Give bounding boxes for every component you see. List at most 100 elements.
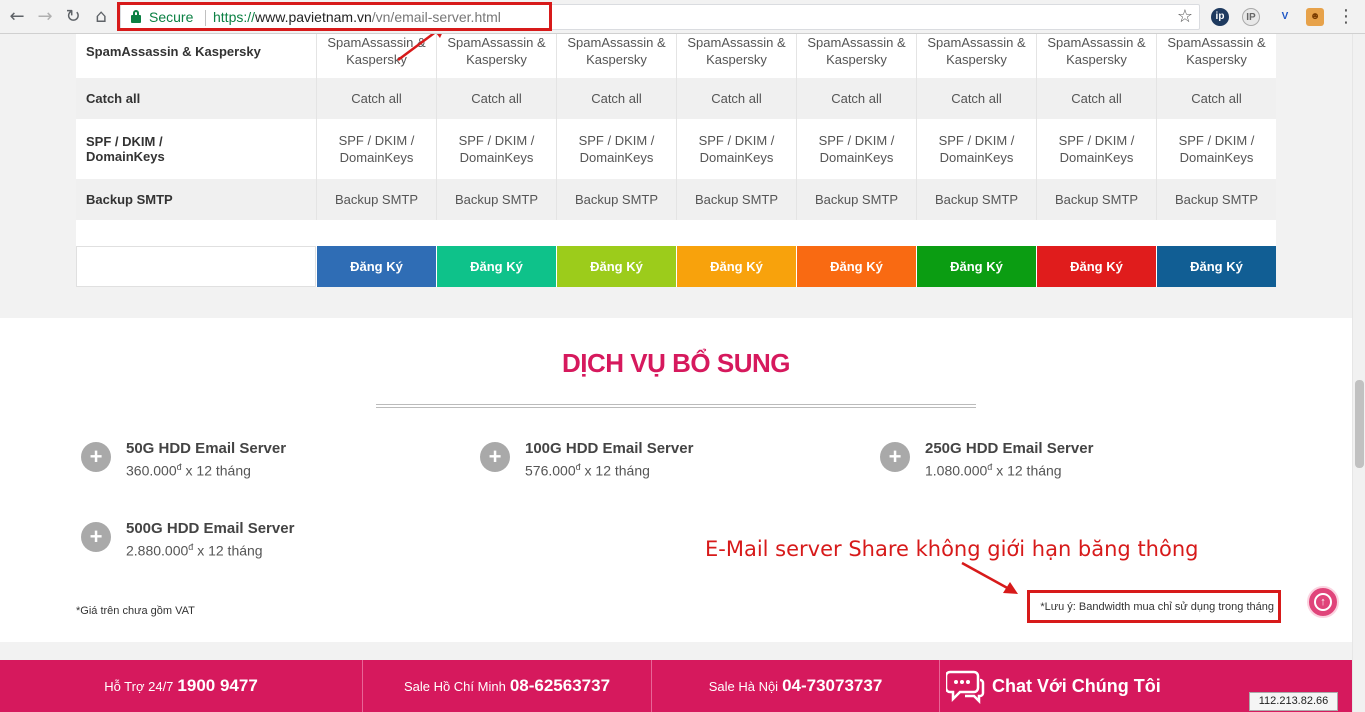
- table-cell: SpamAssassin & Kaspersky: [556, 34, 676, 78]
- signup-button[interactable]: Đăng Ký: [1036, 246, 1156, 287]
- signup-row-spacer: [76, 246, 316, 287]
- table-cell: Catch all: [1036, 78, 1156, 119]
- table-cell: SPF / DKIM / DomainKeys: [916, 119, 1036, 179]
- table-cell: SpamAssassin & Kaspersky: [916, 34, 1036, 78]
- table-cell: SPF / DKIM / DomainKeys: [316, 119, 436, 179]
- table-row: SPF / DKIM / DomainKeys SPF / DKIM / Dom…: [76, 119, 1276, 179]
- table-cell: SpamAssassin & Kaspersky: [316, 34, 436, 78]
- table-row: SpamAssassin & Kaspersky SpamAssassin & …: [76, 34, 1276, 78]
- signup-button[interactable]: Đăng Ký: [676, 246, 796, 287]
- vat-note: *Giá trên chưa gồm VAT: [76, 605, 195, 617]
- chat-label: Chat Với Chúng Tôi: [992, 675, 1161, 696]
- signup-button[interactable]: Đăng Ký: [1156, 246, 1276, 287]
- table-row: Backup SMTP Backup SMTP Backup SMTP Back…: [76, 179, 1276, 220]
- table-cell: SPF / DKIM / DomainKeys: [796, 119, 916, 179]
- signup-button[interactable]: Đăng Ký: [796, 246, 916, 287]
- service-price: 1.080.000đ x 12 tháng: [925, 462, 1062, 479]
- footer-divider: [939, 660, 940, 712]
- sale-hcm[interactable]: Sale Hồ Chí Minh 08-62563737: [363, 660, 651, 712]
- signup-row: Đăng Ký Đăng Ký Đăng Ký Đăng Ký Đăng Ký …: [76, 246, 1276, 287]
- row-label: SpamAssassin & Kaspersky: [86, 43, 261, 59]
- reload-icon[interactable]: ↻: [62, 6, 84, 28]
- service-item[interactable]: + 500G HDD Email Server 2.880.000đ x 12 …: [81, 520, 381, 564]
- hcm-label: Sale Hồ Chí Minh: [403, 678, 506, 694]
- plus-icon[interactable]: +: [81, 442, 111, 472]
- table-cell: Backup SMTP: [796, 179, 916, 220]
- table-cell: Catch all: [676, 78, 796, 119]
- table-cell: Backup SMTP: [1036, 179, 1156, 220]
- signup-button[interactable]: Đăng Ký: [916, 246, 1036, 287]
- signup-button[interactable]: Đăng Ký: [556, 246, 676, 287]
- table-cell: SpamAssassin & Kaspersky: [1036, 34, 1156, 78]
- browser-menu-icon[interactable]: ⋮: [1337, 6, 1355, 27]
- extension-face-icon[interactable]: ☻: [1306, 8, 1324, 26]
- additional-services-section: DỊCH VỤ BỔ SUNG + 50G HDD Email Server 3…: [0, 318, 1352, 642]
- table-cell: SpamAssassin & Kaspersky: [796, 34, 916, 78]
- url-annotation-box: [117, 2, 552, 31]
- forward-icon[interactable]: →: [34, 6, 56, 28]
- extension-v-icon[interactable]: V: [1276, 8, 1294, 26]
- ip-address-badge: 112.213.82.66: [1249, 692, 1338, 711]
- table-cell: Backup SMTP: [556, 179, 676, 220]
- arrow-up-icon: ↑: [1314, 593, 1332, 611]
- scrollbar-thumb[interactable]: [1355, 380, 1364, 468]
- bandwidth-note-box: *Lưu ý: Bandwidth mua chỉ sử dụng trong …: [1027, 590, 1281, 623]
- table-row: Catch all Catch all Catch all Catch all …: [76, 78, 1276, 119]
- table-cell: Catch all: [316, 78, 436, 119]
- support-hotline[interactable]: Hỗ Trợ 24/7 1900 9477: [0, 660, 362, 712]
- service-price: 576.000đ x 12 tháng: [525, 462, 650, 479]
- page-scrollbar[interactable]: [1352, 34, 1365, 712]
- service-item[interactable]: + 50G HDD Email Server 360.000đ x 12 thá…: [81, 440, 381, 484]
- plus-icon[interactable]: +: [480, 442, 510, 472]
- page-content: SpamAssassin & Kaspersky SpamAssassin & …: [0, 34, 1352, 712]
- contact-footer: Hỗ Trợ 24/7 1900 9477 Sale Hồ Chí Minh 0…: [0, 660, 1352, 712]
- table-cell: Backup SMTP: [916, 179, 1036, 220]
- service-item[interactable]: + 250G HDD Email Server 1.080.000đ x 12 …: [880, 440, 1180, 484]
- plus-icon[interactable]: +: [81, 522, 111, 552]
- table-cell: SPF / DKIM / DomainKeys: [676, 119, 796, 179]
- service-name: 500G HDD Email Server: [126, 520, 295, 537]
- extension-ip-icon[interactable]: ip: [1211, 8, 1229, 26]
- table-cell: SpamAssassin & Kaspersky: [436, 34, 556, 78]
- table-cell: Catch all: [1156, 78, 1276, 119]
- support-label: Hỗ Trợ 24/7: [104, 678, 174, 694]
- service-name: 100G HDD Email Server: [525, 440, 694, 457]
- support-number: 1900 9477: [177, 676, 258, 695]
- bandwidth-note: *Lưu ý: Bandwidth mua chỉ sử dụng trong …: [1040, 601, 1274, 613]
- table-cell: SpamAssassin & Kaspersky: [1156, 34, 1276, 78]
- row-label: Catch all: [86, 91, 141, 106]
- home-icon[interactable]: ⌂: [90, 6, 112, 28]
- table-cell: Backup SMTP: [316, 179, 436, 220]
- chat-button[interactable]: Chat Với Chúng Tôi: [944, 660, 1161, 712]
- signup-button[interactable]: Đăng Ký: [316, 246, 436, 287]
- bookmark-star-icon[interactable]: ☆: [1177, 6, 1193, 27]
- service-price: 360.000đ x 12 tháng: [126, 462, 251, 479]
- annotation-text: E-Mail server Share không giới hạn băng …: [705, 537, 1199, 561]
- table-cell: Backup SMTP: [676, 179, 796, 220]
- section-title: DỊCH VỤ BỔ SUNG: [562, 348, 790, 378]
- table-cell: SPF / DKIM / DomainKeys: [1156, 119, 1276, 179]
- table-cell: SPF / DKIM / DomainKeys: [556, 119, 676, 179]
- chat-bubble-icon: [944, 668, 986, 705]
- service-item[interactable]: + 100G HDD Email Server 576.000đ x 12 th…: [480, 440, 780, 484]
- signup-button[interactable]: Đăng Ký: [436, 246, 556, 287]
- table-spacer-row: [76, 220, 1276, 246]
- table-cell: Backup SMTP: [1156, 179, 1276, 220]
- sale-hn[interactable]: Sale Hà Nội 04-73073737: [652, 660, 939, 712]
- hcm-number: 08-62563737: [509, 676, 611, 695]
- service-name: 50G HDD Email Server: [126, 440, 287, 457]
- table-cell: SPF / DKIM / DomainKeys: [1036, 119, 1156, 179]
- service-price: 2.880.000đ x 12 tháng: [126, 542, 263, 559]
- back-icon[interactable]: ←: [6, 6, 28, 28]
- title-divider: [376, 404, 976, 408]
- table-cell: SPF / DKIM / DomainKeys: [436, 119, 556, 179]
- extension-ipaddress-icon[interactable]: IP: [1242, 8, 1260, 26]
- table-cell: SpamAssassin & Kaspersky: [676, 34, 796, 78]
- hn-label: Sale Hà Nội: [708, 678, 779, 694]
- table-cell: Backup SMTP: [436, 179, 556, 220]
- table-cell: Catch all: [436, 78, 556, 119]
- row-label: SPF / DKIM / DomainKeys: [86, 134, 165, 164]
- plus-icon[interactable]: +: [880, 442, 910, 472]
- row-label: Backup SMTP: [86, 192, 173, 207]
- back-to-top-button[interactable]: ↑: [1307, 586, 1339, 618]
